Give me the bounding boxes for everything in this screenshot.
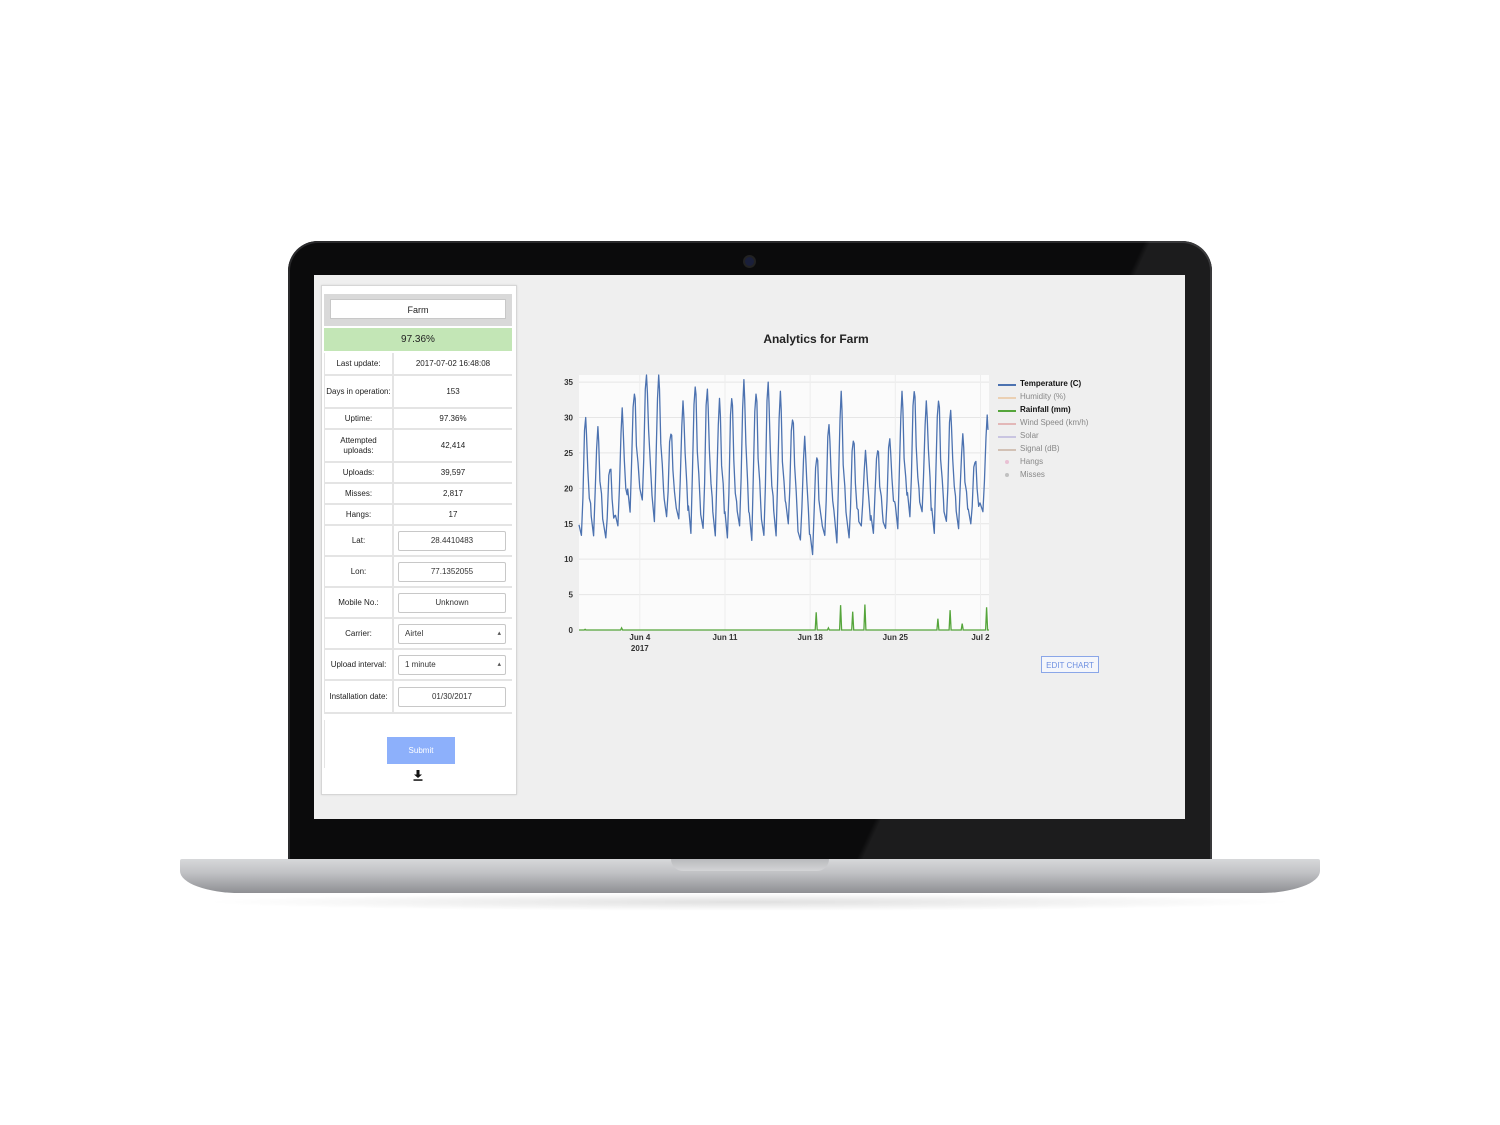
legend-label: Temperature (C): [1020, 379, 1082, 388]
legend-swatch: [1005, 460, 1009, 464]
x-tick-label: Jul 2: [971, 633, 990, 642]
legend-label: Hangs: [1020, 457, 1044, 466]
x-tick-label: Jun 18: [797, 633, 823, 642]
legend-swatch: [998, 397, 1016, 399]
legend-label: Humidity (%): [1020, 392, 1066, 401]
legend-label: Misses: [1020, 470, 1045, 479]
y-tick-label: 5: [569, 591, 574, 600]
legend-swatch: [998, 449, 1016, 451]
x-tick-label: Jun 4: [629, 633, 650, 642]
y-tick-label: 20: [564, 484, 573, 493]
legend-swatch: [998, 423, 1016, 425]
camera-icon: [745, 257, 754, 266]
y-tick-label: 30: [564, 414, 573, 423]
x-tick-label: Jun 11: [713, 633, 738, 642]
analytics-chart[interactable]: 0 5 10 15 20 25 30 35 Jun 4 2017 Jun 11 Jun 18 Jun 2…: [314, 275, 1185, 819]
legend-swatch: [998, 410, 1016, 412]
laptop-shadow: [200, 893, 1300, 911]
laptop-notch: [671, 859, 829, 871]
edit-chart-button[interactable]: EDIT CHART: [1041, 656, 1099, 673]
legend-label: Rainfall (mm): [1020, 405, 1071, 414]
y-tick-label: 25: [564, 449, 573, 458]
legend-label: Signal (dB): [1020, 444, 1060, 453]
y-tick-label: 15: [564, 520, 573, 529]
legend-label: Solar: [1020, 431, 1039, 440]
screen: Farm 97.36% Last update: 2017-07-02 16:4…: [314, 275, 1185, 819]
x-tick-label: 2017: [631, 644, 649, 653]
x-tick-label: Jun 25: [883, 633, 909, 642]
y-tick-label: 35: [564, 378, 573, 387]
y-tick-label: 10: [564, 555, 573, 564]
legend-swatch: [998, 436, 1016, 438]
legend-swatch: [1005, 473, 1009, 477]
y-tick-label: 0: [569, 626, 574, 635]
legend-label: Wind Speed (km/h): [1020, 418, 1089, 427]
legend-swatch: [998, 384, 1016, 386]
